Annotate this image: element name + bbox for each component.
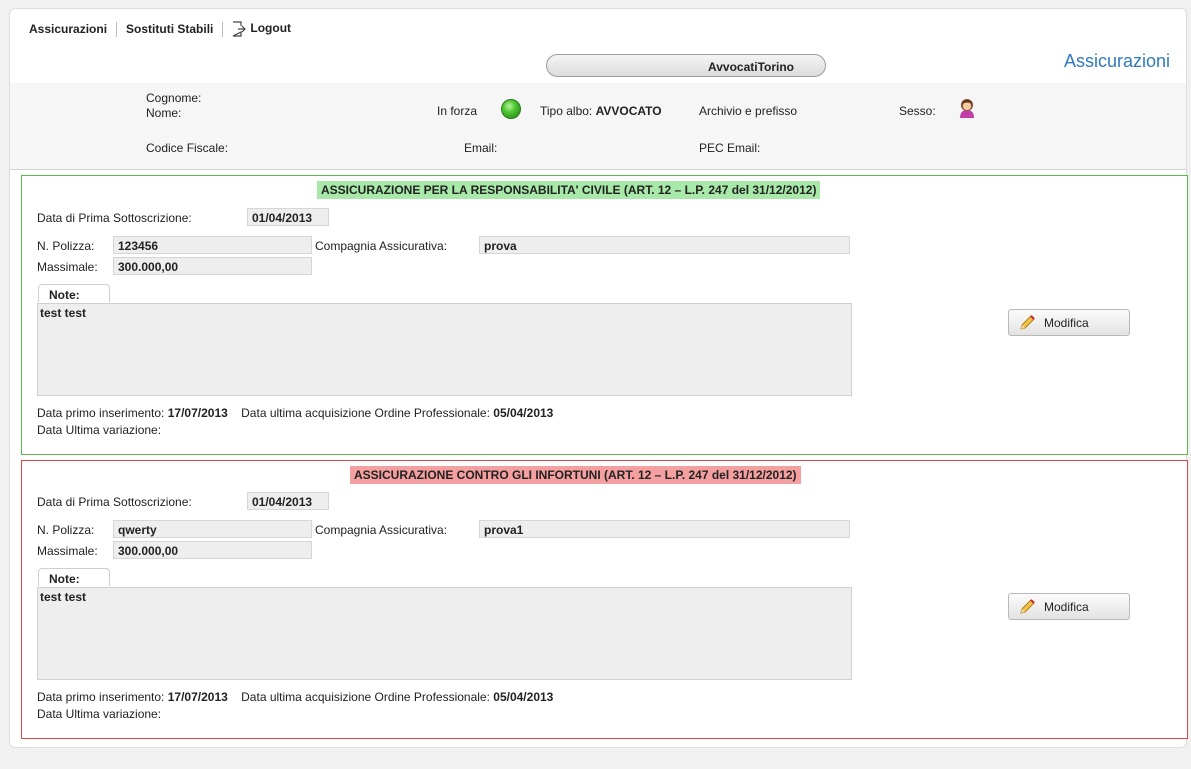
note-tab[interactable]: Note: (38, 568, 110, 586)
pencil-icon (1020, 598, 1035, 614)
ultima-acquisizione-label: Data ultima acquisizione Ordine Professi… (241, 406, 490, 420)
polizza-label: N. Polizza: (37, 523, 95, 537)
ultima-acquisizione-value: 05/04/2013 (493, 690, 554, 704)
policy-title: ASSICURAZIONE PER LA RESPONSABILITA' CIV… (317, 181, 821, 199)
modifica-button[interactable]: Modifica (1008, 309, 1130, 336)
primo-inserimento-label: Data primo inserimento: (37, 690, 165, 704)
primo-inserimento-value: 17/07/2013 (167, 406, 228, 420)
ordine-selector[interactable]: AvvocatiTorino (546, 54, 826, 77)
compagnia-label: Compagnia Assicurativa: (315, 239, 448, 253)
menu-item-assicurazioni[interactable]: Assicurazioni (29, 22, 107, 36)
modifica-button[interactable]: Modifica (1008, 593, 1130, 620)
tipo-albo-value: AVVOCATO (595, 104, 662, 118)
compagnia-label: Compagnia Assicurativa: (315, 523, 448, 537)
prima-sottoscrizione-label: Data di Prima Sottoscrizione: (37, 495, 192, 509)
menu-separator (116, 21, 118, 37)
codice-fiscale-label: Codice Fiscale: (146, 141, 229, 155)
email-label: Email: (464, 141, 498, 155)
prima-sottoscrizione-value: 01/04/2013 (247, 492, 329, 510)
modifica-label: Modifica (1044, 315, 1089, 330)
primo-inserimento: Data primo inserimento: 17/07/2013 Data … (37, 690, 553, 704)
primo-inserimento: Data primo inserimento: 17/07/2013 Data … (37, 406, 553, 420)
primo-inserimento-label: Data primo inserimento: (37, 406, 165, 420)
massimale-value: 300.000,00 (113, 257, 312, 275)
primo-inserimento-value: 17/07/2013 (167, 690, 228, 704)
ultima-variazione-label: Data Ultima variazione: (37, 423, 162, 437)
ultima-acquisizione-value: 05/04/2013 (493, 406, 554, 420)
note-textarea[interactable]: test test (37, 587, 852, 680)
massimale-label: Massimale: (37, 260, 98, 274)
policy-title: ASSICURAZIONE CONTRO GLI INFORTUNI (ART.… (350, 466, 801, 484)
cognome-label: Cognome: (146, 91, 202, 105)
polizza-value: qwerty (113, 520, 312, 538)
person-info-panel: Cognome: Nome: Codice Fiscale: In forza … (10, 83, 1186, 169)
polizza-label: N. Polizza: (37, 239, 95, 253)
logout-label: Logout (250, 21, 292, 36)
pencil-icon (1020, 314, 1035, 330)
tipo-albo-label: Tipo albo: (540, 104, 593, 118)
pec-email-label: PEC Email: (699, 141, 761, 155)
sesso-label: Sesso: (899, 104, 936, 118)
ordine-selector-label: AvvocatiTorino (708, 60, 795, 74)
divider (10, 169, 1186, 170)
massimale-label: Massimale: (37, 544, 98, 558)
policy-panel-responsabilita-civile: ASSICURAZIONE PER LA RESPONSABILITA' CIV… (21, 175, 1188, 455)
nome-label: Nome: (146, 106, 182, 120)
note-textarea[interactable]: test test (37, 303, 852, 396)
ultima-variazione-label: Data Ultima variazione: (37, 707, 162, 721)
prima-sottoscrizione-value: 01/04/2013 (247, 208, 329, 226)
archivio-label: Archivio e prefisso (699, 104, 798, 118)
page-title: Assicurazioni (1063, 51, 1170, 71)
sesso-female-icon (957, 97, 977, 119)
menu-separator (222, 21, 224, 37)
policy-panel-infortuni: ASSICURAZIONE CONTRO GLI INFORTUNI (ART.… (21, 460, 1188, 739)
status-green-icon (501, 99, 521, 119)
massimale-value: 300.000,00 (113, 541, 312, 559)
compagnia-value: prova (479, 236, 850, 254)
top-menu: Assicurazioni Sostituti Stabili Logout (29, 19, 291, 39)
compagnia-value: prova1 (479, 520, 850, 538)
note-tab[interactable]: Note: (38, 284, 110, 302)
status-indicator-wrap (501, 99, 521, 119)
ultima-acquisizione-label: Data ultima acquisizione Ordine Professi… (241, 690, 490, 704)
prima-sottoscrizione-label: Data di Prima Sottoscrizione: (37, 211, 192, 225)
main-frame: Assicurazioni Sostituti Stabili Logout A… (9, 8, 1188, 748)
logout-link[interactable]: Logout (232, 21, 291, 37)
logout-icon (233, 21, 247, 37)
tipo-albo: Tipo albo: AVVOCATO (540, 104, 662, 118)
in-forza-label: In forza (437, 104, 478, 118)
menu-item-sostituti-stabili[interactable]: Sostituti Stabili (126, 22, 213, 36)
modifica-label: Modifica (1044, 599, 1089, 614)
polizza-value: 123456 (113, 236, 312, 254)
